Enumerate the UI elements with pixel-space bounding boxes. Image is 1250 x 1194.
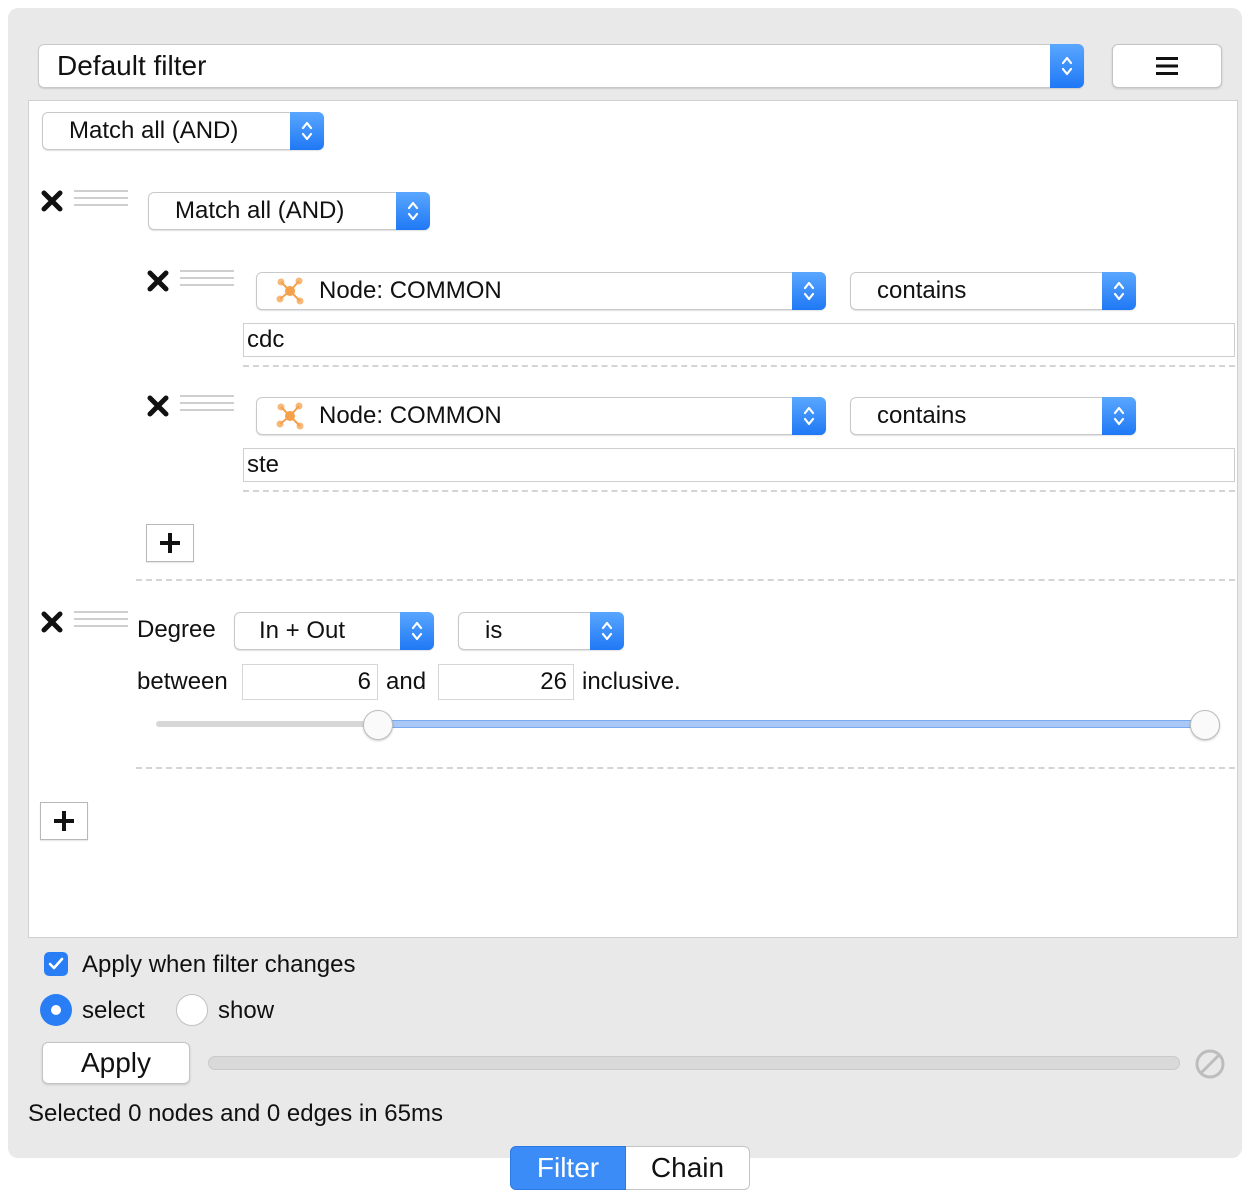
tab-filter-label: Filter (536, 1152, 600, 1183)
chevron-updown-icon (590, 612, 624, 650)
plus-icon (54, 811, 74, 831)
between-label: between (137, 668, 228, 695)
show-mode-radio[interactable] (176, 994, 208, 1026)
apply-when-changes-checkbox[interactable] (44, 952, 68, 976)
condition-2-column-select[interactable]: Node: COMMON (256, 397, 826, 435)
condition-1-column-label: Node: COMMON (319, 277, 502, 304)
hamburger-icon (1156, 57, 1178, 75)
checkmark-icon (48, 957, 64, 970)
inclusive-label: inclusive. (582, 668, 681, 695)
degree-label: Degree (137, 616, 216, 643)
divider (136, 579, 1235, 581)
chevron-updown-icon (396, 192, 430, 230)
drag-handle[interactable] (74, 190, 128, 210)
node-column-icon (275, 401, 305, 431)
node-column-icon (275, 276, 305, 306)
remove-degree-filter-icon[interactable] (40, 610, 64, 634)
degree-operator-select[interactable]: is (458, 612, 624, 650)
tab-chain[interactable]: Chain (626, 1146, 750, 1190)
cancel-icon[interactable] (1194, 1048, 1226, 1080)
degree-operator-label: is (485, 617, 503, 644)
nested-match-mode-select[interactable]: Match all (AND) (148, 192, 430, 230)
condition-2-value-input[interactable]: ste (243, 448, 1235, 482)
filter-name-select[interactable]: Default filter (38, 44, 1084, 88)
divider (243, 490, 1235, 492)
nested-match-mode-label: Match all (AND) (175, 197, 345, 224)
chevron-updown-icon (1102, 272, 1136, 310)
condition-2-operator-label: contains (877, 402, 967, 429)
status-text: Selected 0 nodes and 0 edges in 65ms (28, 1100, 443, 1127)
tab-chain-label: Chain (650, 1152, 725, 1183)
add-nested-condition-button[interactable] (146, 524, 194, 562)
condition-2-column-label: Node: COMMON (319, 402, 502, 429)
apply-when-changes-label: Apply when filter changes (82, 951, 356, 978)
chevron-updown-icon (290, 112, 324, 150)
show-mode-label: show (218, 997, 275, 1024)
remove-group-icon[interactable] (40, 189, 64, 213)
progress-bar (208, 1056, 1180, 1070)
range-low-handle[interactable] (362, 710, 393, 740)
root-match-mode-label: Match all (AND) (69, 117, 239, 144)
condition-1-value-input[interactable]: cdc (243, 323, 1235, 357)
degree-direction-select[interactable]: In + Out (234, 612, 434, 650)
tab-filter[interactable]: Filter (510, 1146, 626, 1190)
chevron-updown-icon (400, 612, 434, 650)
range-high-handle[interactable] (1190, 710, 1220, 740)
select-mode-label: select (82, 997, 145, 1024)
filter-name-label: Default filter (57, 50, 207, 81)
remove-condition-icon[interactable] (146, 394, 170, 418)
and-label: and (386, 668, 427, 695)
root-match-mode-select[interactable]: Match all (AND) (42, 112, 324, 150)
condition-2-operator-select[interactable]: contains (850, 397, 1136, 435)
drag-handle[interactable] (180, 395, 234, 415)
degree-range-slider[interactable] (156, 710, 1220, 740)
select-mode-radio[interactable] (40, 994, 72, 1026)
divider (136, 767, 1235, 769)
condition-1-operator-select[interactable]: contains (850, 272, 1136, 310)
chevron-updown-icon (792, 272, 826, 310)
degree-max-input[interactable]: 26 (438, 664, 574, 700)
degree-min-input[interactable]: 6 (242, 664, 378, 700)
drag-handle[interactable] (180, 270, 234, 290)
condition-1-column-select[interactable]: Node: COMMON (256, 272, 826, 310)
chevron-updown-icon (1050, 44, 1084, 88)
apply-button[interactable]: Apply (42, 1042, 190, 1084)
plus-icon (160, 533, 180, 553)
remove-condition-icon[interactable] (146, 269, 170, 293)
chevron-updown-icon (792, 397, 826, 435)
divider (243, 365, 1235, 367)
filter-menu-button[interactable] (1112, 44, 1222, 88)
chevron-updown-icon (1102, 397, 1136, 435)
degree-direction-label: In + Out (259, 617, 346, 644)
drag-handle[interactable] (74, 611, 128, 631)
condition-1-operator-label: contains (877, 277, 967, 304)
apply-button-label: Apply (80, 1047, 152, 1078)
add-root-condition-button[interactable] (40, 802, 88, 840)
